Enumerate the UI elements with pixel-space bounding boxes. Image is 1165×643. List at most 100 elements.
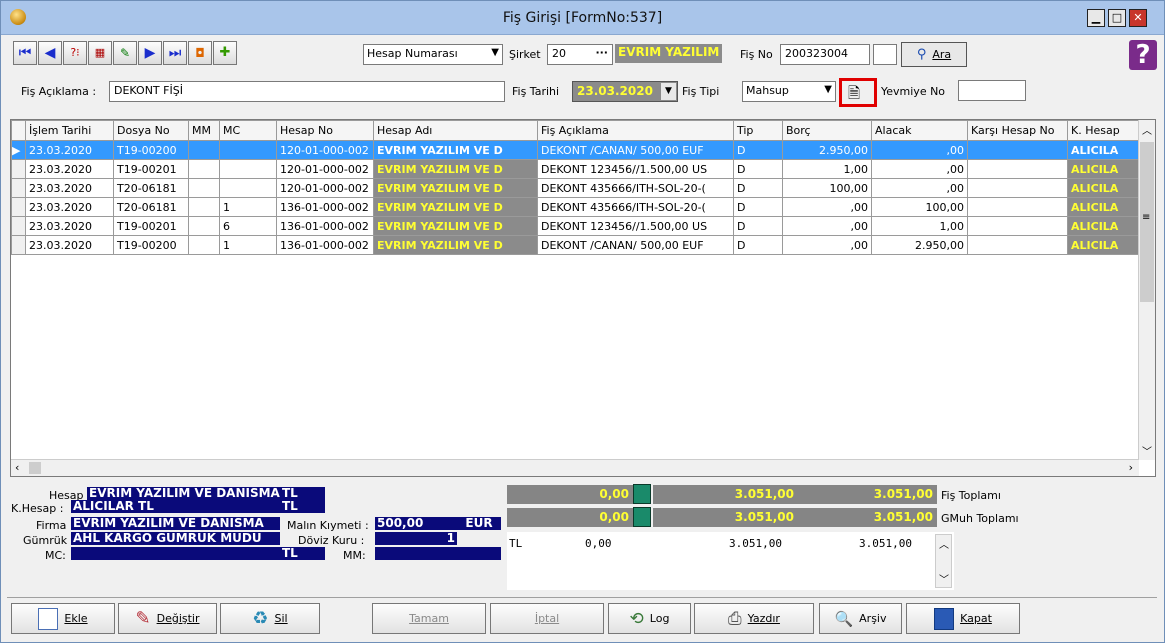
grid-cell[interactable]: EVRIM YAZILIM VE D bbox=[373, 159, 538, 179]
grid-cell[interactable]: ALICILA bbox=[1067, 235, 1141, 255]
degistir-button[interactable]: ✎ Değiştir bbox=[118, 603, 217, 634]
grid-cell[interactable]: 1 bbox=[219, 197, 277, 217]
grid-cell[interactable]: ALICILA bbox=[1067, 140, 1141, 160]
fisno-input[interactable]: 200323004 bbox=[780, 44, 870, 65]
ellipsis-icon[interactable]: ··· bbox=[595, 46, 608, 59]
grid-cell[interactable]: T19-00200 bbox=[113, 140, 189, 160]
grid-cell[interactable]: D bbox=[733, 159, 783, 179]
chevron-down-icon[interactable]: ▼ bbox=[661, 83, 676, 100]
grid-cell[interactable] bbox=[967, 140, 1068, 160]
kapat-button[interactable]: Kapat bbox=[906, 603, 1020, 634]
log-button[interactable]: ⟲ Log bbox=[608, 603, 691, 634]
grid-cell[interactable]: 23.03.2020 bbox=[25, 140, 114, 160]
grid-cell[interactable]: EVRIM YAZILIM VE D bbox=[373, 197, 538, 217]
grid-cell[interactable]: EVRIM YAZILIM VE D bbox=[373, 178, 538, 198]
yevmiye-input[interactable] bbox=[958, 80, 1026, 101]
prev-record-icon[interactable]: ◀ bbox=[38, 41, 62, 65]
col-tip[interactable]: Tip bbox=[733, 120, 783, 141]
table-row[interactable]: ▶ 23.03.2020 T19-00200 120-01-000-002 EVRIM … bbox=[11, 140, 1141, 160]
grid-cell[interactable]: 1 bbox=[219, 235, 277, 255]
grid-cell[interactable]: 136-01-000-002 bbox=[276, 197, 374, 217]
grid-cell[interactable]: ,00 bbox=[782, 235, 872, 255]
col-fis-aciklama[interactable]: Fiş Açıklama bbox=[537, 120, 734, 141]
row-indicator[interactable] bbox=[11, 235, 26, 255]
grid-cell[interactable] bbox=[967, 159, 1068, 179]
col-alacak[interactable]: Alacak bbox=[871, 120, 968, 141]
sil-button[interactable]: ♻ Sil bbox=[220, 603, 320, 634]
row-indicator[interactable] bbox=[11, 178, 26, 198]
edit-record-icon[interactable]: ✎ bbox=[113, 41, 137, 65]
grid-cell[interactable] bbox=[967, 235, 1068, 255]
grid-cell[interactable]: T20-06181 bbox=[113, 178, 189, 198]
yazdir-button[interactable]: ⎙ Yazdır bbox=[694, 603, 814, 634]
ekle-button[interactable]: Ekle bbox=[11, 603, 115, 634]
tamam-button[interactable]: Tamam bbox=[372, 603, 486, 634]
search-field-select[interactable]: Hesap Numarası ▼ bbox=[363, 44, 503, 65]
grid-cell[interactable]: 23.03.2020 bbox=[25, 235, 114, 255]
grid-cell[interactable] bbox=[188, 235, 220, 255]
grid-cell[interactable]: EVRIM YAZILIM VE D bbox=[373, 235, 538, 255]
grid-cell[interactable]: EVRIM YAZILIM VE D bbox=[373, 140, 538, 160]
grid-cell[interactable]: DEKONT 123456//1.500,00 US bbox=[537, 159, 734, 179]
record-list-icon[interactable]: ▦ bbox=[88, 41, 112, 65]
form-view-button[interactable]: 🗎 bbox=[839, 78, 877, 107]
col-dosya-no[interactable]: Dosya No bbox=[113, 120, 189, 141]
grid-cell[interactable]: D bbox=[733, 178, 783, 198]
grid-cell[interactable]: ,00 bbox=[782, 197, 872, 217]
grid-cell[interactable]: DEKONT /CANAN/ 500,00 EUF bbox=[537, 140, 734, 160]
row-indicator[interactable] bbox=[11, 197, 26, 217]
grid-cell[interactable] bbox=[219, 159, 277, 179]
grid-cell[interactable]: 2.950,00 bbox=[782, 140, 872, 160]
arsiv-button[interactable]: 🔍 Arşiv bbox=[819, 603, 902, 634]
table-row[interactable]: 23.03.2020 T20-06181 1 136-01-000-002 EVRIM … bbox=[11, 197, 1141, 217]
currency-totals-list[interactable]: TL 0,00 3.051,00 3.051,00 ︿ ﹀ bbox=[507, 532, 954, 590]
grid-cell[interactable]: 136-01-000-002 bbox=[276, 235, 374, 255]
grid-cell[interactable]: 1,00 bbox=[871, 216, 968, 236]
col-karsi-hesap-no[interactable]: Karşı Hesap No bbox=[967, 120, 1068, 141]
grid-cell[interactable] bbox=[967, 216, 1068, 236]
grid-cell[interactable]: ,00 bbox=[871, 159, 968, 179]
grid-cell[interactable]: D bbox=[733, 140, 783, 160]
minimize-button[interactable]: ▁ bbox=[1087, 9, 1105, 27]
grid-cell[interactable]: EVRIM YAZILIM VE D bbox=[373, 216, 538, 236]
row-indicator[interactable] bbox=[11, 159, 26, 179]
grid-cell[interactable] bbox=[188, 178, 220, 198]
grid-cell[interactable] bbox=[188, 159, 220, 179]
grid-cell[interactable]: 100,00 bbox=[871, 197, 968, 217]
scroll-down-icon[interactable]: ﹀ bbox=[1142, 443, 1152, 458]
grid-cell[interactable]: ALICILA bbox=[1067, 178, 1141, 198]
table-row[interactable]: 23.03.2020 T19-00201 6 136-01-000-002 EVRIM … bbox=[11, 216, 1141, 236]
grid-cell[interactable]: DEKONT 435666/ITH-SOL-20-( bbox=[537, 178, 734, 198]
grid-cell[interactable] bbox=[188, 140, 220, 160]
last-record-icon[interactable]: ⏭ bbox=[163, 41, 187, 65]
col-k-hesap[interactable]: K. Hesap bbox=[1067, 120, 1141, 141]
grid-cell[interactable]: 23.03.2020 bbox=[25, 197, 114, 217]
maximize-button[interactable]: □ bbox=[1108, 9, 1126, 27]
grid-cell[interactable]: ,00 bbox=[871, 140, 968, 160]
aciklama-input[interactable]: DEKONT FİŞİ bbox=[109, 81, 505, 102]
grid-cell[interactable]: D bbox=[733, 216, 783, 236]
scroll-down-icon[interactable]: ﹀ bbox=[939, 571, 949, 586]
grid-cell[interactable] bbox=[188, 216, 220, 236]
grid-cell[interactable]: D bbox=[733, 235, 783, 255]
grid-cell[interactable]: T19-00201 bbox=[113, 159, 189, 179]
grid-cell[interactable] bbox=[967, 197, 1068, 217]
row-pointer-icon[interactable]: ▶ bbox=[11, 140, 26, 160]
scroll-up-icon[interactable]: ︿ bbox=[939, 536, 949, 551]
query-icon[interactable]: ?⁝ bbox=[63, 41, 87, 65]
grid-cell[interactable] bbox=[219, 140, 277, 160]
col-borc[interactable]: Borç bbox=[782, 120, 872, 141]
grid-cell[interactable]: DEKONT 435666/ITH-SOL-20-( bbox=[537, 197, 734, 217]
scroll-left-icon[interactable]: ‹ bbox=[15, 461, 19, 474]
grid-cell[interactable]: 136-01-000-002 bbox=[276, 216, 374, 236]
totals-scrollbar[interactable]: ︿ ﹀ bbox=[935, 534, 952, 588]
grid-cell[interactable]: DEKONT /CANAN/ 500,00 EUF bbox=[537, 235, 734, 255]
ara-button[interactable]: ⚲ Ara bbox=[901, 42, 967, 67]
col-mc[interactable]: MC bbox=[219, 120, 277, 141]
grid-cell[interactable]: 2.950,00 bbox=[871, 235, 968, 255]
table-row[interactable]: 23.03.2020 T19-00201 120-01-000-002 EVRIM Y… bbox=[11, 159, 1141, 179]
grid-cell[interactable]: 100,00 bbox=[782, 178, 872, 198]
add-lock-icon[interactable]: ✚ bbox=[213, 41, 237, 65]
grid-cell[interactable] bbox=[219, 178, 277, 198]
grid-cell[interactable]: ,00 bbox=[782, 216, 872, 236]
